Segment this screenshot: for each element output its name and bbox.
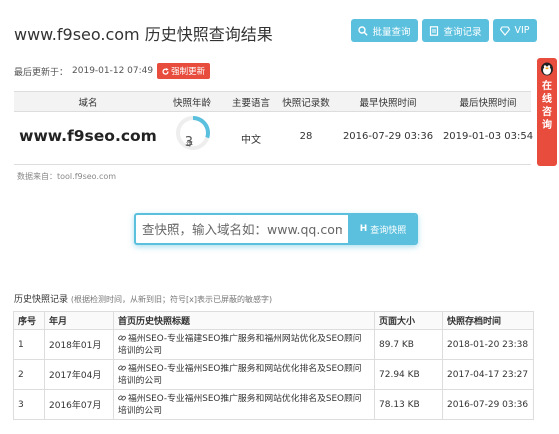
row-no: 3 (13, 389, 45, 420)
query-records-label: 查询记录 (443, 26, 482, 38)
last-updated-label: 最后更新于： (14, 67, 69, 78)
force-update-button[interactable]: 强制更新 (157, 63, 211, 79)
summary-lang: 中文 (241, 135, 261, 146)
row-month: 2018年01月 (44, 329, 114, 360)
penguin-icon (541, 62, 553, 76)
online-consult-label: 在线咨询 (542, 81, 552, 131)
summary-count: 28 (299, 131, 313, 142)
search-icon (358, 25, 369, 36)
summary-domain: www.f9seo.com (19, 127, 157, 145)
document-icon (430, 25, 439, 36)
link-icon (118, 334, 126, 341)
col-stored: 快照存档时间 (442, 311, 534, 330)
summary-earliest: 2016-07-29 03:36 (342, 131, 434, 142)
row-title-link[interactable]: 福州SEO-专业福建SEO推广服务和福州网站优化及SEO顾问培训的公司 (118, 334, 362, 356)
data-source: 数据来自：tool.f9seo.com (17, 172, 117, 181)
age-ring: 3 年 (175, 115, 211, 151)
table-row: 3 2016年07月 福州SEO-专业福州SEO推广服务和网站优化排名及SEO顾… (13, 389, 534, 420)
row-stored: 2018-01-20 23:38 (442, 329, 534, 360)
vip-button[interactable]: VIP (493, 19, 537, 42)
link-icon (118, 364, 126, 371)
row-stored: 2016-07-29 03:36 (442, 389, 534, 420)
refresh-icon (162, 67, 169, 75)
table-row: 1 2018年01月 福州SEO-专业福建SEO推广服务和福州网站优化及SEO顾… (13, 329, 534, 360)
row-size: 72.94 KB (374, 359, 443, 390)
row-title-cell: 福州SEO-专业福建SEO推广服务和福州网站优化及SEO顾问培训的公司 (113, 329, 375, 360)
history-note: (根据检测时间，从新到旧；符号[x]表示已屏蔽的敏感字) (70, 295, 273, 304)
link-icon (118, 394, 126, 401)
last-updated: 最后更新于： 2019-01-12 07:49 强制更新 (14, 63, 211, 79)
search-button[interactable]: H 查询快照 (348, 215, 416, 243)
summary-header: 域名 快照年龄 主要语言 快照记录数 最早快照时间 最后快照时间 (14, 91, 531, 112)
history-title-text: 历史快照记录 (14, 295, 69, 305)
search-input[interactable] (136, 215, 348, 243)
last-updated-time: 2019-01-12 07:49 (72, 66, 154, 76)
row-title-cell: 福州SEO-专业福州SEO推广服务和网站优化排名及SEO顾问培训的公司 (113, 359, 375, 390)
history-title: 历史快照记录 (根据检测时间，从新到旧；符号[x]表示已屏蔽的敏感字) (14, 292, 272, 305)
col-age: 快照年龄 (172, 98, 212, 109)
col-lang: 主要语言 (231, 98, 271, 109)
col-month: 年月 (44, 311, 114, 330)
col-size: 页面大小 (374, 311, 443, 330)
search-button-label: 查询快照 (370, 225, 407, 236)
history-header-row: 序号 年月 首页历史快照标题 页面大小 快照存档时间 (13, 311, 534, 330)
row-month: 2016年07月 (44, 389, 114, 420)
force-update-label: 强制更新 (171, 67, 206, 77)
row-no: 2 (13, 359, 45, 390)
col-page-title: 首页历史快照标题 (113, 311, 375, 330)
batch-query-button[interactable]: 批量查询 (351, 19, 418, 42)
row-title-link[interactable]: 福州SEO-专业福州SEO推广服务和网站优化排名及SEO顾问培训的公司 (118, 364, 362, 386)
row-no: 1 (13, 329, 45, 360)
search-box: H 查询快照 (134, 213, 418, 245)
col-domain: 域名 (78, 98, 98, 109)
row-size: 78.13 KB (374, 389, 443, 420)
row-title-cell: 福州SEO-专业福州SEO推广服务和网站优化排名及SEO顾问培训的公司 (113, 389, 375, 420)
col-count: 快照记录数 (282, 98, 330, 109)
history-table: 序号 年月 首页历史快照标题 页面大小 快照存档时间 1 2018年01月 福州… (13, 311, 534, 420)
row-size: 89.7 KB (374, 329, 443, 360)
row-stored: 2017-04-17 23:27 (442, 359, 534, 390)
table-row: 2 2017年04月 福州SEO-专业福州SEO推广服务和网站优化排名及SEO顾… (13, 359, 534, 390)
summary-row: www.f9seo.com 3 年 中文 28 2016-07-29 03:36… (14, 111, 534, 165)
row-month: 2017年04月 (44, 359, 114, 390)
page-title: www.f9seo.com 历史快照查询结果 (14, 25, 273, 44)
age-unit: 年 (186, 140, 193, 148)
row-title-link[interactable]: 福州SEO-专业福州SEO推广服务和网站优化排名及SEO顾问培训的公司 (118, 394, 362, 416)
col-no: 序号 (13, 311, 45, 330)
summary-latest: 2019-01-03 03:54 (442, 131, 534, 142)
diamond-icon (500, 25, 511, 36)
batch-query-label: 批量查询 (372, 26, 411, 38)
col-earliest: 最早快照时间 (359, 98, 417, 109)
online-consult-widget[interactable]: 在线咨询 (537, 58, 557, 166)
vip-label: VIP (514, 25, 530, 36)
search-button-icon: H (359, 224, 368, 234)
query-records-button[interactable]: 查询记录 (422, 19, 489, 42)
col-latest: 最后快照时间 (459, 98, 517, 109)
